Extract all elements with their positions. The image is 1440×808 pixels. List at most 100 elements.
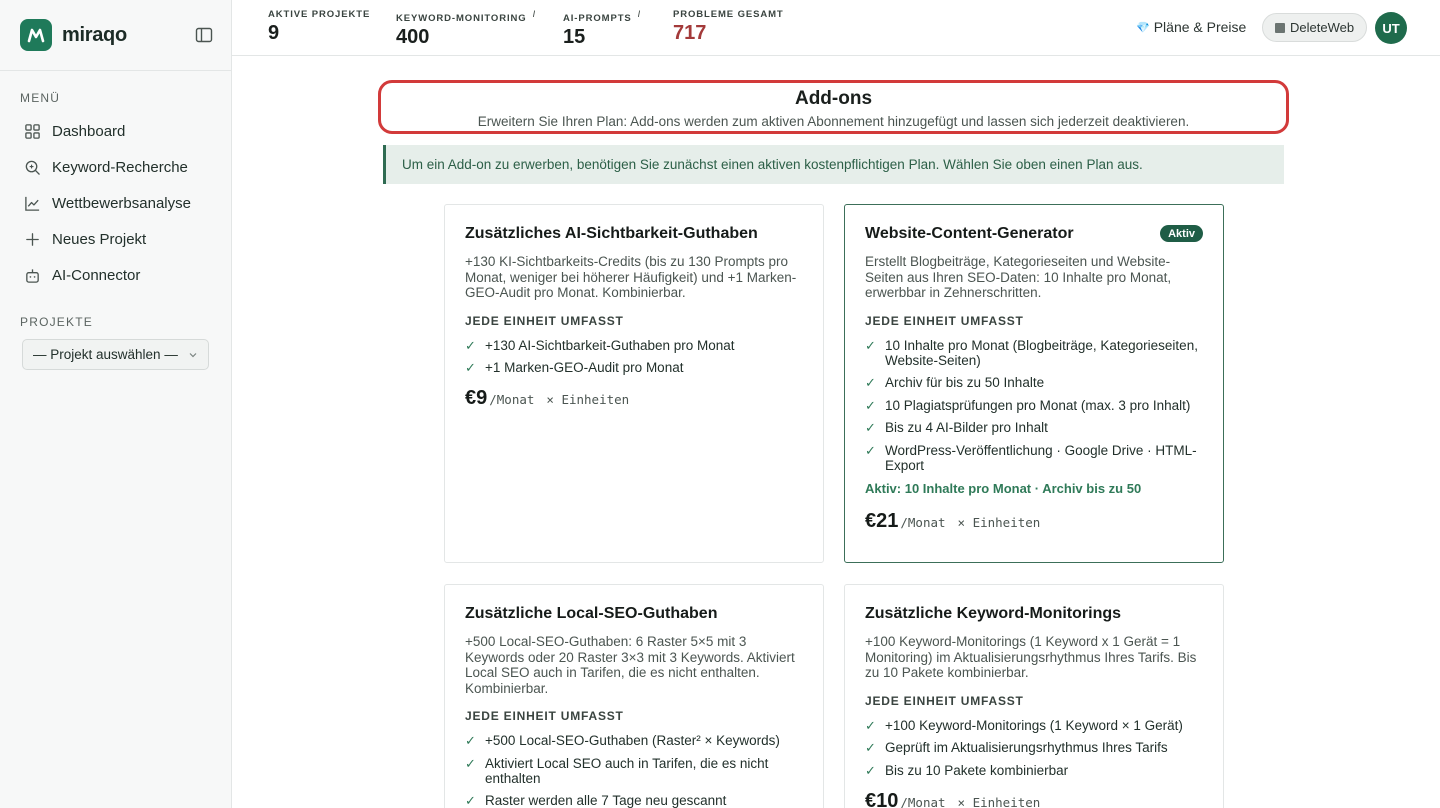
project-select[interactable]: — Projekt auswählen — — [22, 339, 209, 370]
card-description: +130 KI-Sichtbarkeits-Credits (bis zu 13… — [465, 254, 797, 300]
card-description: +100 Keyword-Monitorings (1 Keyword x 1 … — [865, 634, 1197, 680]
check-icon: ✓ — [465, 733, 476, 748]
price-period: /Monat — [489, 392, 535, 407]
check-icon: ✓ — [865, 420, 876, 435]
feature-list: ✓ +500 Local-SEO-Guthaben (Raster² × Keyw… — [465, 733, 803, 808]
projects-section-label: PROJEKTE — [20, 315, 93, 329]
feature-item: ✓ Bis zu 4 AI-Bilder pro Inhalt — [865, 420, 1048, 435]
sidebar-item-ai-connector[interactable]: AI-Connector — [0, 257, 231, 293]
card-subheading: JEDE EINHEIT UMFASST — [465, 709, 624, 723]
workspace-name: DeleteWeb — [1290, 20, 1355, 35]
feature-item: ✓ 10 Inhalte pro Monat (Blogbeiträge, Kat… — [865, 337, 1198, 368]
topbar: AKTIVE PROJEKTE 9 KEYWORD-MONITORING i 40… — [232, 0, 1440, 56]
logo-icon[interactable] — [20, 19, 52, 51]
info-notice: Um ein Add-on zu erwerben, benötigen Sie… — [383, 145, 1284, 184]
card-title: Zusätzliche Local-SEO-Guthaben — [465, 605, 718, 622]
sidebar-item-neues-projekt[interactable]: Neues Projekt — [0, 221, 231, 257]
info-icon[interactable]: i — [533, 9, 536, 19]
price-amount: €10 — [865, 789, 899, 808]
feature-list: ✓ 10 Inhalte pro Monat (Blogbeiträge, Kat… — [865, 338, 1203, 473]
stat-aktive-projekte: AKTIVE PROJEKTE 9 — [268, 9, 370, 45]
card-title: Website-Content-Generator — [865, 225, 1074, 242]
chevron-down-icon — [189, 352, 197, 357]
card-description: +500 Local-SEO-Guthaben: 6 Raster 5×5 mi… — [465, 634, 795, 696]
brand: miraqo — [0, 0, 231, 71]
feature-item: ✓ Archiv für bis zu 50 Inhalte — [865, 375, 1045, 390]
active-note: Aktiv: 10 Inhalte pro Monat · Archiv bis… — [865, 480, 1142, 496]
price: €21 /Monat × Einheiten — [865, 510, 1203, 533]
addon-card-keyword-monitoring: Zusätzliche Keyword-Monitorings +100 Key… — [844, 584, 1224, 808]
diamond-icon: 💎 — [1136, 21, 1150, 34]
sidebar-item-keyword-recherche[interactable]: Keyword-Recherche — [0, 149, 231, 185]
sidebar-item-wettbewerbsanalyse[interactable]: Wettbewerbsanalyse — [0, 185, 231, 221]
stat-ai-prompts: AI-PROMPTS i 15 — [563, 9, 641, 49]
price: €9 /Monat × Einheiten — [465, 387, 803, 410]
addon-card-ai-visibility: Zusätzliches AI-Sichtbarkeit-Guthaben +1… — [444, 204, 824, 563]
stat-label: AI-PROMPTS i — [563, 9, 642, 25]
feature-item: ✓ Bis zu 10 Pakete kombinierbar — [865, 762, 1069, 778]
feature-item: ✓ Geprüft im Aktualisierungsrhythmus Ihre… — [865, 740, 1168, 755]
addon-card-local-seo: Zusätzliche Local-SEO-Guthaben +500 Loca… — [444, 584, 824, 808]
check-icon: ✓ — [465, 360, 476, 375]
check-icon: ✓ — [865, 397, 876, 413]
robot-icon — [26, 268, 39, 283]
price-amount: €9 — [465, 387, 488, 409]
page-title: Add-ons — [794, 88, 873, 109]
check-icon: ✓ — [465, 337, 476, 353]
feature-list: ✓ +100 Keyword-Monitorings (1 Keyword × 1… — [865, 718, 1203, 778]
info-icon[interactable]: i — [638, 9, 641, 19]
feature-item: ✓ WordPress-Veröffentlichung · Google Dri… — [865, 442, 1197, 473]
feature-item: ✓ +500 Local-SEO-Guthaben (Raster² × Keyw… — [465, 733, 780, 748]
avatar[interactable]: UT — [1375, 12, 1407, 44]
feature-list: ✓ +130 AI-Sichtbarkeit-Guthaben pro Monat… — [465, 338, 803, 376]
sidebar: miraqo MENÜ Dashboard Keyword-Recherche … — [0, 0, 232, 808]
brand-name[interactable]: miraqo — [62, 24, 127, 47]
feature-item: ✓ +1 Marken-GEO-Audit pro Monat — [465, 360, 684, 375]
status-badge: Aktiv — [1160, 225, 1203, 242]
feature-item: ✓ Raster werden alle 7 Tage neu gescannt — [465, 793, 727, 808]
building-icon — [1275, 22, 1285, 33]
plans-pricing-link[interactable]: 💎 Pläne & Preise — [1136, 19, 1246, 35]
feature-item: ✓ +100 Keyword-Monitorings (1 Keyword × 1… — [865, 717, 1183, 733]
sidebar-item-label: Keyword-Recherche — [52, 158, 188, 176]
price-period: /Monat — [900, 794, 946, 808]
check-icon: ✓ — [465, 755, 476, 771]
card-subheading: JEDE EINHEIT UMFASST — [465, 313, 624, 328]
stat-label: AKTIVE PROJEKTE — [268, 9, 371, 20]
sidebar-item-label: Wettbewerbsanalyse — [52, 194, 191, 212]
feature-item: ✓ 10 Plagiatsprüfungen pro Monat (max. 3 … — [865, 397, 1191, 413]
addons-header: Add-ons Erweitern Sie Ihren Plan: Add-on… — [378, 80, 1289, 134]
check-icon: ✓ — [865, 762, 876, 778]
addon-card-content-generator: Website-Content-Generator Aktiv Erstellt… — [844, 204, 1224, 563]
sidebar-item-dashboard[interactable]: Dashboard — [0, 113, 231, 149]
stat-value: 9 — [268, 22, 280, 44]
plans-pricing-label: Pläne & Preise — [1153, 19, 1247, 35]
feature-item: ✓ +130 AI-Sichtbarkeit-Guthaben pro Monat — [465, 337, 735, 353]
price-units: × Einheiten — [957, 794, 1041, 808]
price-units: × Einheiten — [546, 392, 630, 407]
stat-value: 400 — [396, 26, 430, 49]
project-select-value: — Projekt auswählen — — [33, 347, 178, 362]
stat-label: PROBLEME GESAMT — [673, 9, 784, 20]
grid-icon — [25, 123, 40, 139]
sidebar-item-label: AI-Connector — [52, 266, 141, 284]
workspace-chip[interactable]: DeleteWeb — [1262, 13, 1368, 42]
card-subheading: JEDE EINHEIT UMFASST — [865, 313, 1024, 328]
price-units: × Einheiten — [957, 514, 1041, 530]
price-amount: €21 — [865, 509, 899, 532]
sidebar-item-label: Neues Projekt — [52, 230, 147, 248]
card-subheading: JEDE EINHEIT UMFASST — [865, 693, 1024, 708]
scrollbar[interactable] — [1432, 56, 1440, 808]
card-title: Zusätzliches AI-Sichtbarkeit-Guthaben — [465, 225, 758, 242]
feature-item: ✓ Aktiviert Local SEO auch in Tarifen, di… — [465, 755, 769, 786]
price-period: /Monat — [900, 514, 946, 530]
stat-probleme-gesamt: PROBLEME GESAMT 717 — [673, 9, 784, 45]
search-icon — [25, 160, 40, 175]
sidebar-item-label: Dashboard — [52, 122, 126, 140]
card-title: Zusätzliche Keyword-Monitorings — [865, 605, 1122, 622]
check-icon: ✓ — [865, 337, 876, 353]
sidebar-toggle-icon[interactable] — [195, 26, 213, 44]
price: €10 /Monat × Einheiten — [865, 790, 1203, 808]
stat-label: KEYWORD-MONITORING i — [396, 9, 536, 25]
main-content: Add-ons Erweitern Sie Ihren Plan: Add-on… — [232, 56, 1440, 808]
